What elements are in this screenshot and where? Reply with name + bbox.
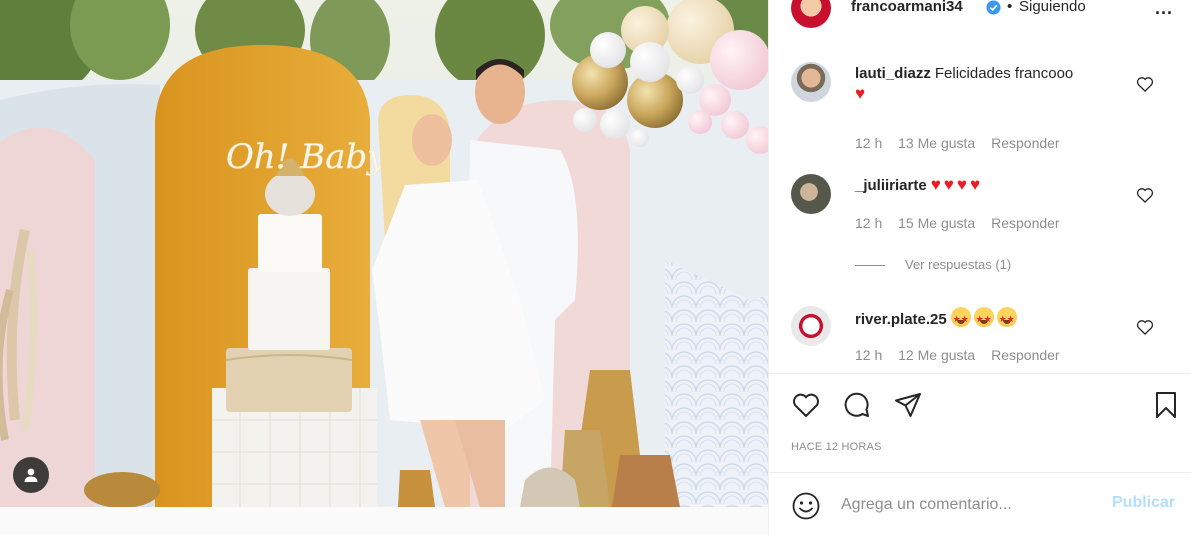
- comment-username[interactable]: _juliiriarte: [855, 177, 927, 194]
- author-avatar[interactable]: [791, 0, 831, 28]
- comment-meta: 12 h 15 Me gusta Responder: [855, 215, 1072, 231]
- view-replies-label: Ver respuestas (1): [905, 257, 1012, 272]
- view-replies-button[interactable]: Ver respuestas (1): [855, 257, 1011, 272]
- bookmark-icon[interactable]: [1149, 388, 1183, 422]
- comment-likes[interactable]: 12 Me gusta: [898, 347, 975, 363]
- post-photo[interactable]: Oh! Baby: [0, 0, 768, 507]
- add-comment-input[interactable]: [841, 490, 1091, 520]
- red-heart-emoji: ♥: [943, 175, 954, 194]
- publish-button[interactable]: Publicar: [1112, 494, 1175, 512]
- post-actions-bar: [769, 380, 1191, 430]
- comment-meta: 12 h 13 Me gusta Responder: [855, 135, 1072, 151]
- comment-likes[interactable]: 13 Me gusta: [898, 135, 975, 151]
- user-tag-button[interactable]: [13, 457, 49, 493]
- divider: [769, 373, 1191, 374]
- comment-reply-button[interactable]: Responder: [991, 347, 1060, 363]
- author-username[interactable]: francoarmani34: [851, 0, 963, 15]
- comment-avatar[interactable]: [791, 174, 831, 214]
- red-heart-emoji: ♥: [969, 175, 981, 194]
- comment-username[interactable]: river.plate.25: [855, 311, 947, 328]
- comment-like-heart-icon[interactable]: [1135, 185, 1155, 205]
- post-time-ago: HACE 12 HORAS: [791, 441, 882, 453]
- comment-username[interactable]: lauti_diazz: [855, 65, 931, 82]
- header-separator: •: [1007, 0, 1013, 15]
- comment-time: 12 h: [855, 347, 883, 363]
- comment-text: river.plate.25: [855, 307, 1125, 330]
- post-header: francoarmani34 • Siguiendo ...: [769, 0, 1191, 28]
- comment-body: Felicidades francooo: [934, 65, 1074, 82]
- star-struck-emoji: [996, 307, 1017, 330]
- more-options-icon[interactable]: ...: [1155, 0, 1173, 19]
- star-struck-emoji: [950, 307, 971, 330]
- instagram-post-view: Oh! Baby francoarmani34 • Siguiendo ... …: [0, 0, 1191, 535]
- red-heart-emoji: ♥: [956, 175, 967, 194]
- red-heart-emoji: ♥: [855, 84, 866, 103]
- verified-badge-icon: [986, 0, 1001, 15]
- comment-avatar[interactable]: [791, 306, 831, 346]
- comment-likes[interactable]: 15 Me gusta: [898, 215, 975, 231]
- user-tag-icon: [24, 468, 38, 482]
- divider: [769, 472, 1191, 473]
- post-side-panel: francoarmani34 • Siguiendo ... lauti_dia…: [768, 0, 1191, 535]
- share-icon[interactable]: [891, 388, 925, 422]
- comment-time: 12 h: [855, 215, 883, 231]
- comment-like-heart-icon[interactable]: [1135, 317, 1155, 337]
- cake-topper-text: Oh! Baby: [226, 137, 387, 177]
- comment-meta: 12 h 12 Me gusta Responder: [855, 347, 1072, 363]
- party-scene-image: Oh! Baby: [0, 0, 768, 507]
- smiley-icon[interactable]: [789, 489, 823, 523]
- comments-list: lauti_diazz Felicidades francooo ♥ 12 h 1…: [769, 52, 1191, 372]
- comment-avatar[interactable]: [791, 62, 831, 102]
- follow-status-button[interactable]: Siguiendo: [1019, 0, 1086, 15]
- comment-reply-button[interactable]: Responder: [991, 135, 1060, 151]
- comment-icon[interactable]: [840, 388, 874, 422]
- comment-reply-button[interactable]: Responder: [991, 215, 1060, 231]
- comment-like-heart-icon[interactable]: [1135, 74, 1155, 94]
- comment-text: lauti_diazz Felicidades francooo ♥: [855, 63, 1125, 105]
- red-heart-emoji: ♥: [930, 175, 941, 194]
- replies-line: [855, 265, 885, 267]
- star-struck-emoji: [973, 307, 994, 330]
- heart-icon[interactable]: [789, 388, 823, 422]
- comment-text: _juliiriarte ♥ ♥ ♥ ♥: [855, 175, 1125, 196]
- comment-time: 12 h: [855, 135, 883, 151]
- photo-bottom-area: [0, 507, 768, 535]
